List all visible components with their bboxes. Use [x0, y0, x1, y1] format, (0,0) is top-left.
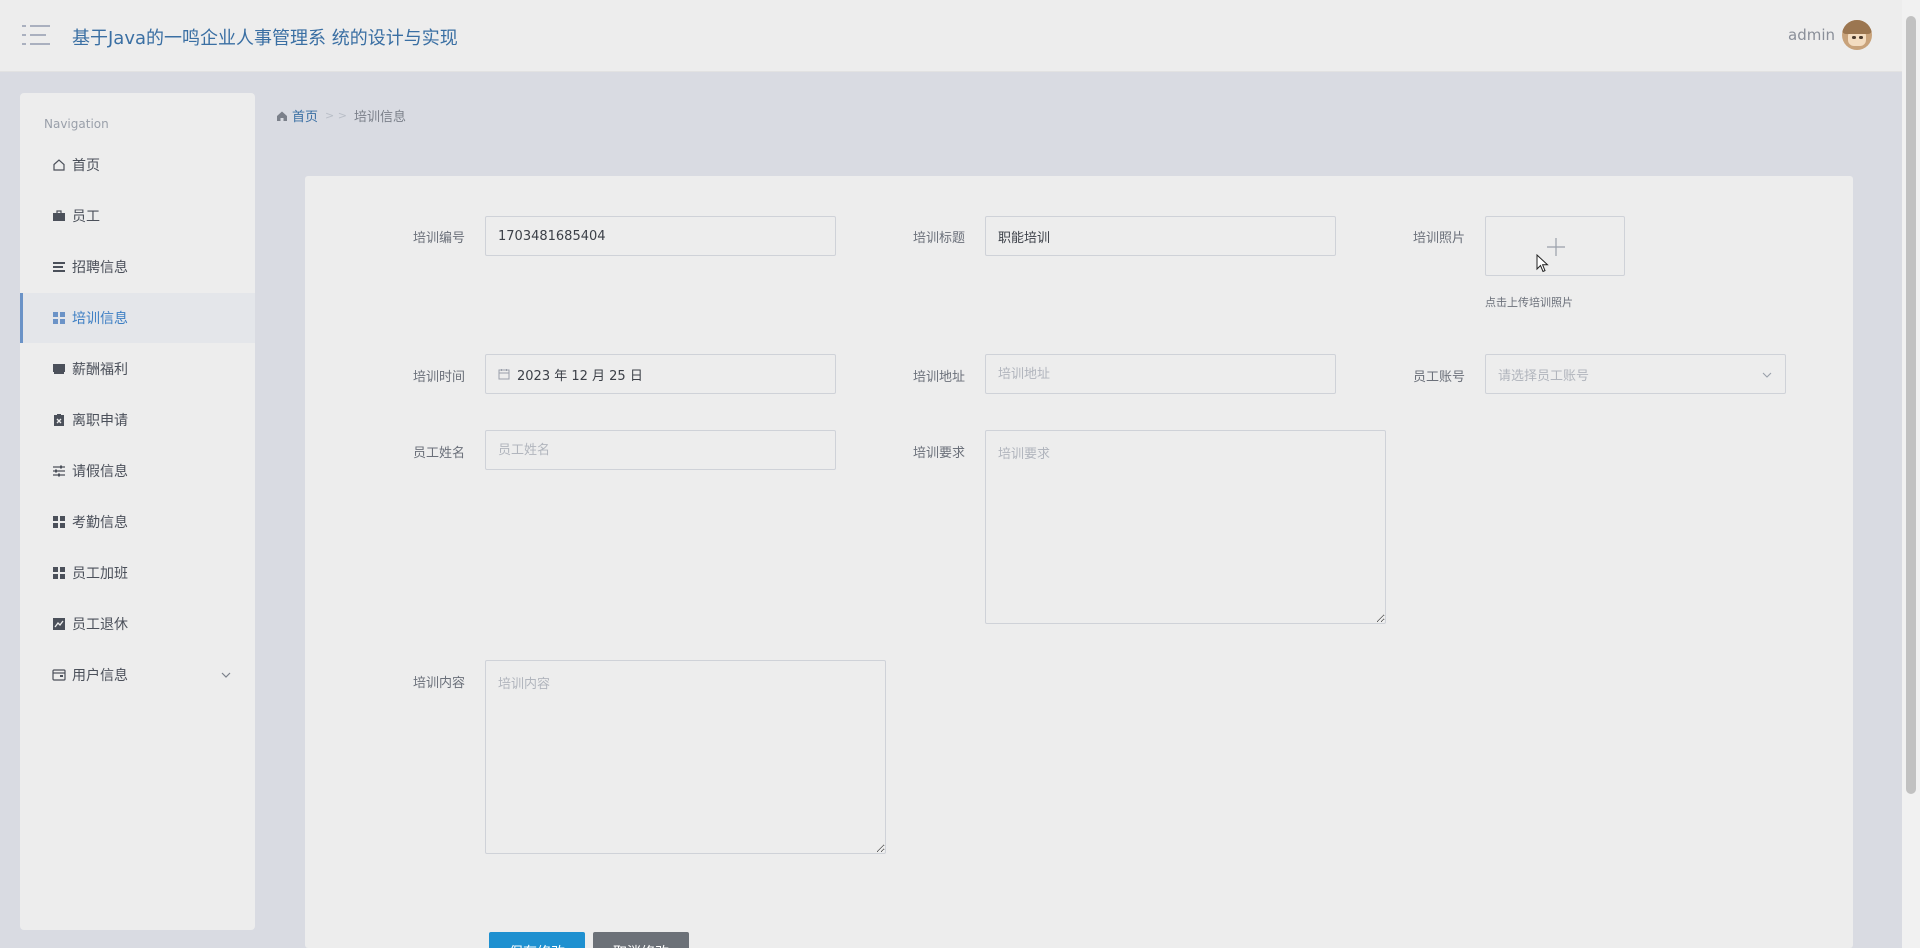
chart-icon [52, 617, 66, 631]
chevron-down-icon[interactable] [219, 668, 233, 682]
cursor-pointer-icon [1536, 254, 1549, 273]
home-icon [276, 110, 288, 122]
sidebar-item-leave[interactable]: 请假信息 [20, 446, 255, 496]
sidebar-item-resignation[interactable]: 离职申请 [20, 395, 255, 445]
time-label: 培训时间 [412, 370, 465, 385]
sidebar: Navigation 首页 员工 招聘信息 培训信息 薪酬福利 离职申请 请假信… [20, 93, 255, 930]
sidebar-item-overtime[interactable]: 员工加班 [20, 548, 255, 598]
top-header: 基于Java的一鸣企业人事管理系 统的设计与实现 admin [0, 0, 1902, 72]
app-title: 基于Java的一鸣企业人事管理系 统的设计与实现 [72, 28, 458, 49]
training-form-card: 培训编号 培训标题 培训照片 点击上传培训照片 培训时间 2023 年 12 月… [305, 176, 1853, 948]
address-label: 培训地址 [912, 370, 965, 385]
sidebar-item-home[interactable]: 首页 [20, 140, 255, 190]
clipboard-icon [52, 413, 66, 427]
breadcrumb-home[interactable]: 首页 [276, 106, 318, 125]
cancel-button[interactable]: 取消修改 [593, 932, 689, 948]
grid-icon [52, 515, 66, 529]
training-title-input[interactable] [985, 216, 1336, 256]
sidebar-item-label: 首页 [72, 158, 100, 174]
training-date-picker[interactable]: 2023 年 12 月 25 日 [485, 354, 836, 394]
training-requirement-textarea[interactable] [985, 430, 1386, 624]
grid-icon [52, 566, 66, 580]
breadcrumb: 首页 > > 培训信息 [276, 106, 406, 125]
sidebar-item-attendance[interactable]: 考勤信息 [20, 497, 255, 547]
inbox-icon [52, 362, 66, 376]
breadcrumb-home-label: 首页 [292, 110, 319, 125]
employee-account-placeholder: 请选择员工账号 [1498, 368, 1590, 384]
name-label: 员工姓名 [412, 446, 465, 461]
sidebar-item-label: 离职申请 [72, 413, 128, 429]
photo-upload-hint: 点击上传培训照片 [1485, 296, 1573, 309]
training-date-value: 2023 年 12 月 25 日 [517, 368, 643, 384]
page-scrollbar[interactable] [1902, 0, 1920, 948]
content-label: 培训内容 [412, 676, 465, 691]
training-content-textarea[interactable] [485, 660, 886, 854]
breadcrumb-current: 培训信息 [353, 110, 406, 125]
sidebar-item-retirement[interactable]: 员工退休 [20, 599, 255, 649]
sidebar-item-training[interactable]: 培训信息 [20, 293, 255, 343]
sidebar-item-label: 员工加班 [72, 566, 128, 582]
user-name[interactable]: admin [1788, 26, 1835, 44]
avatar[interactable] [1842, 20, 1872, 50]
training-code-input[interactable] [485, 216, 836, 256]
photo-label: 培训照片 [1412, 231, 1465, 246]
sidebar-item-user-info[interactable]: 用户信息 [20, 650, 255, 700]
sidebar-item-label: 考勤信息 [72, 515, 128, 531]
list-icon [52, 260, 66, 274]
briefcase-icon [52, 209, 66, 223]
sidebar-item-label: 请假信息 [72, 464, 128, 480]
account-label: 员工账号 [1412, 370, 1465, 385]
training-address-input[interactable] [985, 354, 1336, 394]
sidebar-item-salary[interactable]: 薪酬福利 [20, 344, 255, 394]
nav-heading: Navigation [44, 117, 109, 131]
employee-name-input[interactable] [485, 430, 836, 470]
wallet-icon [52, 668, 66, 682]
sidebar-item-employee[interactable]: 员工 [20, 191, 255, 241]
title-label: 培训标题 [912, 231, 965, 246]
sidebar-item-label: 薪酬福利 [72, 362, 128, 378]
sidebar-item-label: 招聘信息 [72, 260, 128, 276]
sidebar-item-label: 员工退休 [72, 617, 128, 633]
requirement-label: 培训要求 [912, 446, 965, 461]
calendar-icon [498, 369, 510, 380]
sidebar-item-label: 员工 [72, 209, 100, 225]
sidebar-item-label: 培训信息 [72, 311, 128, 327]
home-icon [52, 158, 66, 172]
sidebar-item-recruitment[interactable]: 招聘信息 [20, 242, 255, 292]
photo-upload-box[interactable] [1485, 216, 1625, 276]
save-button[interactable]: 保存修改 [489, 932, 585, 948]
menu-toggle-icon[interactable] [22, 24, 50, 46]
grid-icon [52, 311, 66, 325]
employee-account-select[interactable]: 请选择员工账号 [1485, 354, 1786, 394]
breadcrumb-separator: > > [325, 109, 347, 122]
sidebar-item-label: 用户信息 [72, 668, 128, 684]
chevron-down-icon [1762, 372, 1772, 378]
code-label: 培训编号 [412, 231, 465, 246]
scrollbar-thumb[interactable] [1906, 16, 1916, 794]
sliders-icon [52, 464, 66, 478]
